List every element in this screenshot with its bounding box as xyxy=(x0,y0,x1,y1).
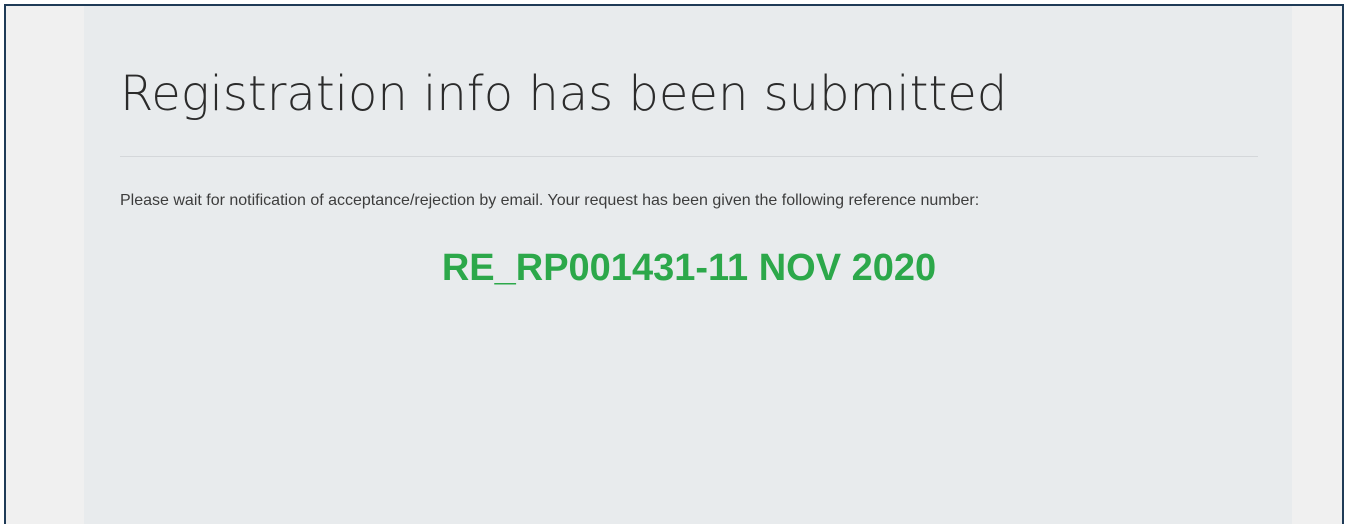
divider xyxy=(120,156,1258,157)
page-title: Registration info has been submitted xyxy=(120,66,1008,122)
reference-number: RE_RP001431-11 NOV 2020 xyxy=(441,247,937,289)
confirmation-panel: Registration info has been submitted Ple… xyxy=(84,6,1292,524)
confirmation-message: Please wait for notification of acceptan… xyxy=(120,192,980,209)
browser-frame: Registration info has been submitted Ple… xyxy=(4,4,1344,524)
